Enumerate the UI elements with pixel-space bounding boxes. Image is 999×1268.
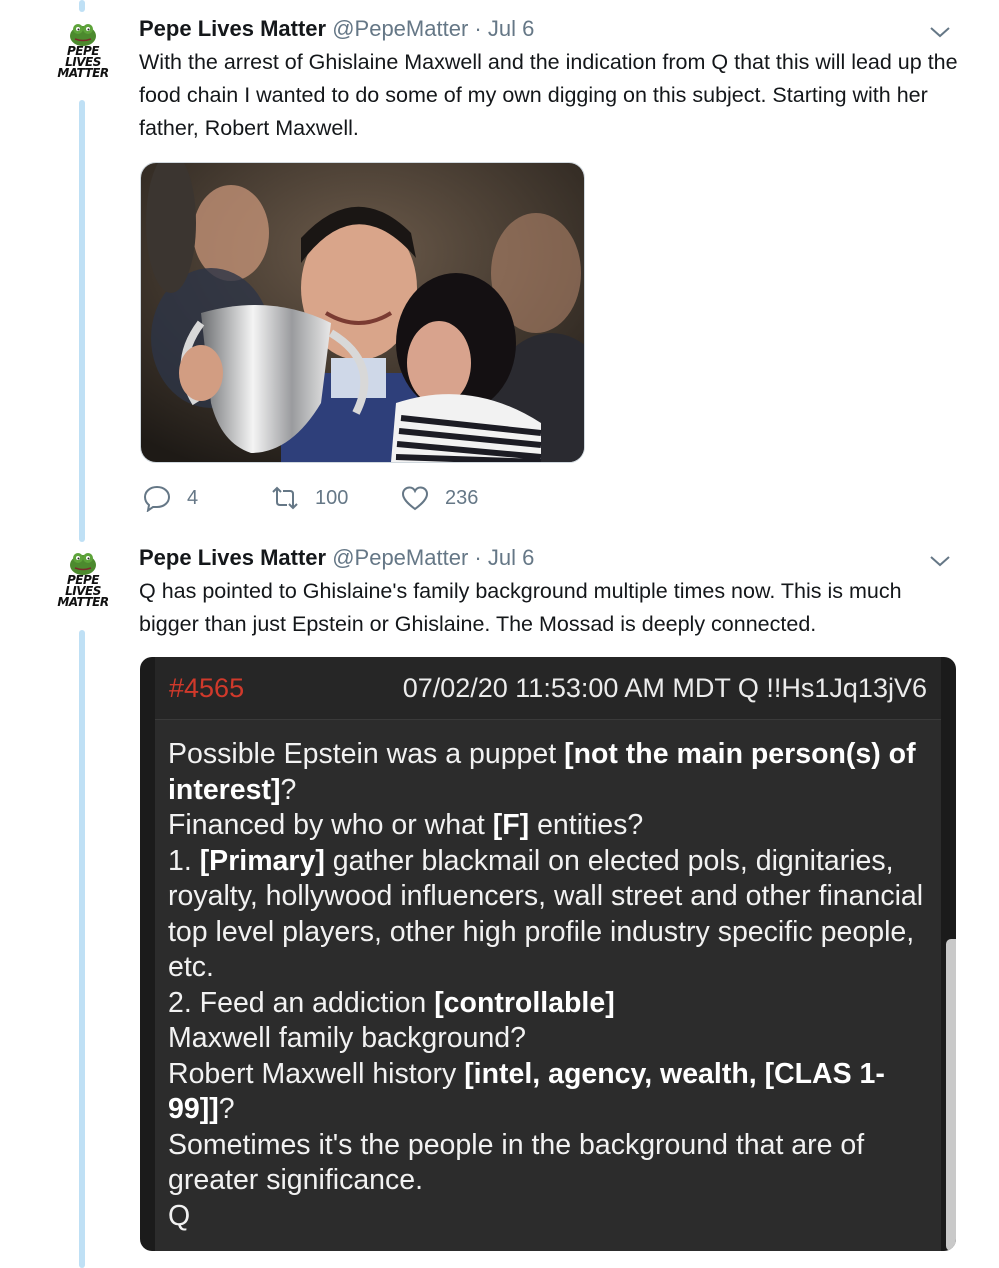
q-post-meta: 07/02/20 11:53:00 AM MDT Q !!Hs1Jq13jV6 xyxy=(402,673,927,703)
q-post-line: Possible Epstein was a puppet [not the m… xyxy=(168,738,916,806)
q-post-header: #4565 07/02/20 11:53:00 AM MDT Q !!Hs1Jq… xyxy=(155,657,941,720)
reply-icon xyxy=(143,485,171,512)
q-post-body: Possible Epstein was a puppet [not the m… xyxy=(168,737,928,1234)
frog-avatar-icon xyxy=(70,553,96,575)
tweet-date[interactable]: Jul 6 xyxy=(488,16,534,41)
q-post-line: 1. [Primary] gather blackmail on elected… xyxy=(168,844,924,984)
avatar[interactable]: PEPE LIVES MATTER xyxy=(52,551,114,615)
q-post-line: Sometimes it's the people in the backgro… xyxy=(168,1128,865,1197)
chevron-down-icon[interactable] xyxy=(928,20,952,44)
chevron-down-icon[interactable] xyxy=(928,549,952,573)
tweet-text: With the arrest of Ghislaine Maxwell and… xyxy=(139,50,958,140)
q-post-screenshot[interactable]: #4565 07/02/20 11:53:00 AM MDT Q !!Hs1Jq… xyxy=(140,657,956,1251)
thread-line-top xyxy=(79,0,85,12)
q-post-line: Robert Maxwell history [intel, agency, w… xyxy=(168,1057,885,1126)
tweet-date[interactable]: Jul 6 xyxy=(488,545,534,570)
author-handle[interactable]: @PepeMatter xyxy=(332,16,468,41)
retweet-count: 100 xyxy=(315,486,349,509)
like-button[interactable]: 236 xyxy=(401,484,478,512)
avatar[interactable]: PEPE LIVES MATTER xyxy=(52,22,114,86)
retweet-icon xyxy=(272,486,298,510)
tweet-header: Pepe Lives Matter @PepeMatter · Jul 6 xyxy=(139,544,534,572)
reply-count: 4 xyxy=(187,486,199,509)
avatar-logo-text: PEPE LIVES MATTER xyxy=(57,573,109,609)
tweet-photo[interactable] xyxy=(140,162,585,463)
tweet-header: Pepe Lives Matter @PepeMatter · Jul 6 xyxy=(139,15,534,43)
q-post-line: Financed by who or what [F] entities? xyxy=(168,809,644,841)
author-name[interactable]: Pepe Lives Matter xyxy=(139,16,326,41)
separator-dot: · xyxy=(474,545,482,570)
photo-image xyxy=(141,163,584,462)
avatar-logo-text: PEPE LIVES MATTER xyxy=(57,44,109,80)
author-name[interactable]: Pepe Lives Matter xyxy=(139,545,326,570)
q-post-card: #4565 07/02/20 11:53:00 AM MDT Q !!Hs1Jq… xyxy=(155,657,941,1251)
tweet-actions: 4 100 236 xyxy=(143,482,478,514)
thread-line-2 xyxy=(79,630,85,1268)
separator-dot: · xyxy=(474,16,482,41)
thread-line-1 xyxy=(79,100,85,542)
retweet-button[interactable]: 100 xyxy=(271,484,401,512)
q-post-signature: Q xyxy=(168,1199,191,1232)
q-post-number: #4565 xyxy=(169,673,245,703)
frog-avatar-icon xyxy=(70,24,96,46)
q-post-scrollbar xyxy=(946,939,956,1251)
author-handle[interactable]: @PepeMatter xyxy=(332,545,468,570)
tweet-text: Q has pointed to Ghislaine's family back… xyxy=(139,579,902,636)
q-post-line: 2. Feed an addiction [controllable] xyxy=(168,986,615,1019)
like-count: 236 xyxy=(445,486,479,509)
q-post-line: Maxwell family background? xyxy=(168,1022,526,1054)
like-icon xyxy=(401,486,429,511)
reply-button[interactable]: 4 xyxy=(143,484,271,512)
